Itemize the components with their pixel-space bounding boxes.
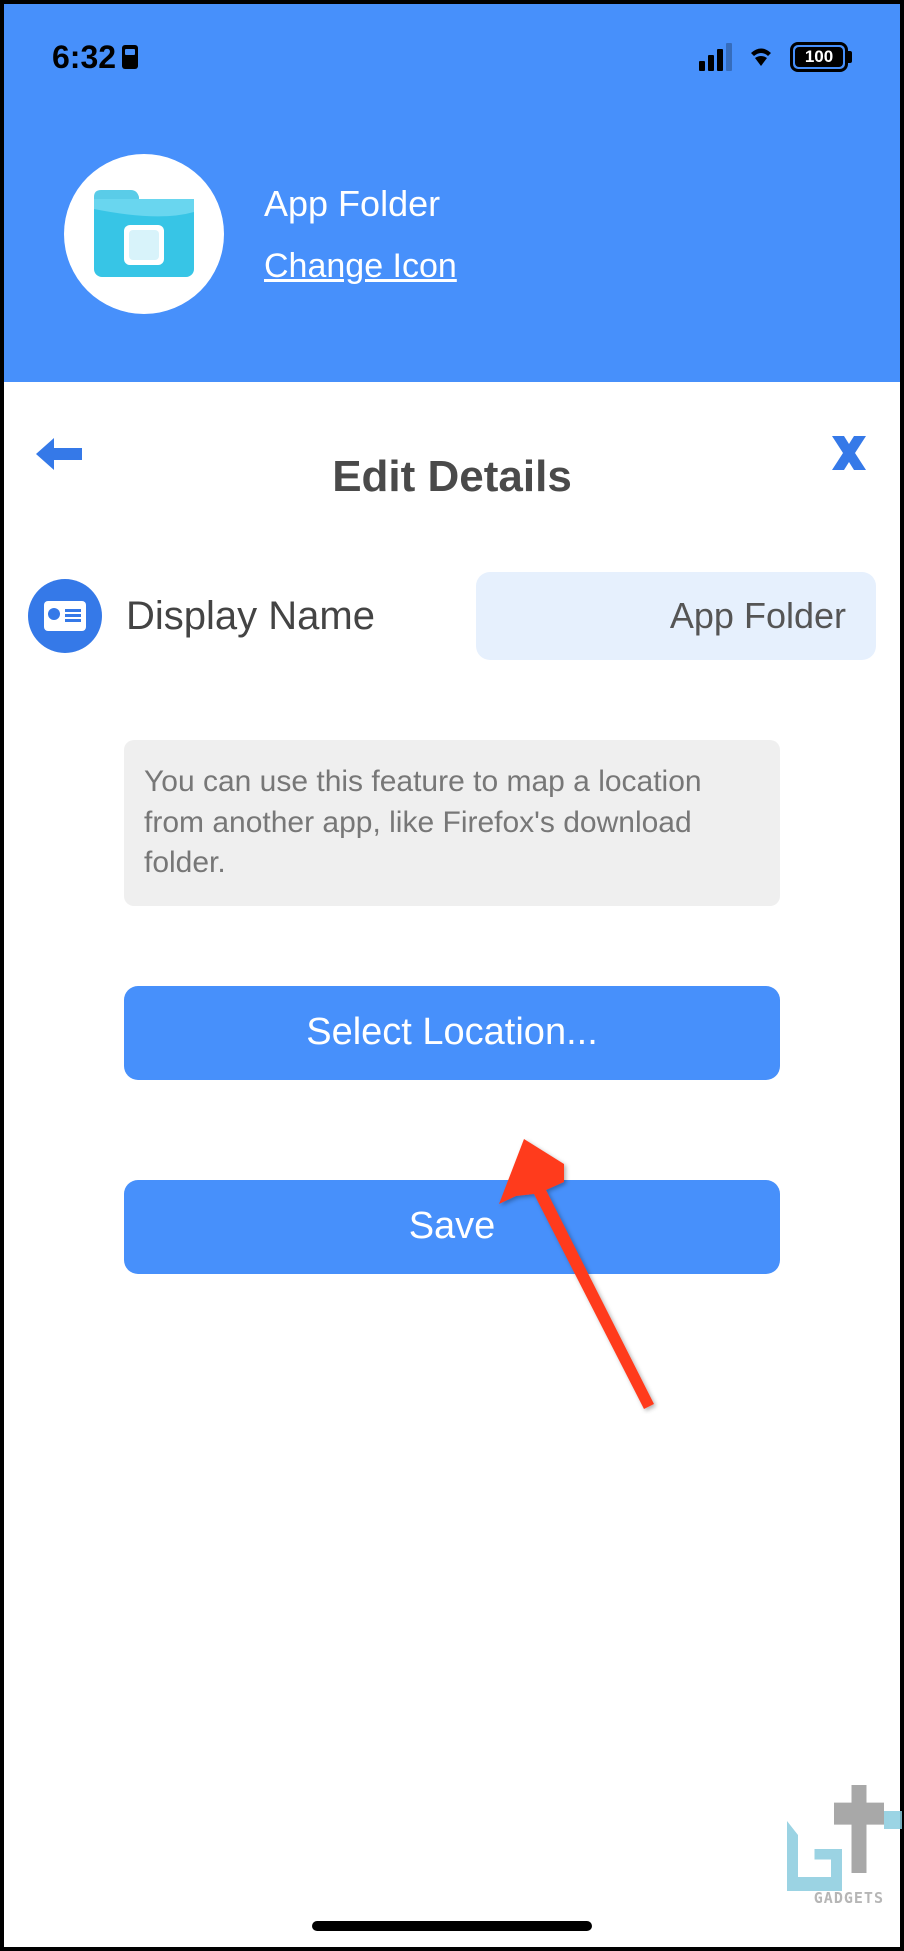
wifi-icon	[746, 44, 776, 70]
home-indicator[interactable]	[312, 1921, 592, 1931]
face-id-icon	[122, 45, 138, 69]
watermark: GADGETS	[787, 1803, 884, 1907]
watermark-text: GADGETS	[787, 1889, 884, 1907]
battery-icon: 100	[790, 42, 852, 72]
folder-avatar[interactable]	[64, 154, 224, 314]
id-card-icon	[28, 579, 102, 653]
close-button[interactable]	[818, 421, 880, 493]
status-bar: 6:32 100	[4, 4, 900, 94]
battery-level: 100	[805, 47, 833, 67]
change-icon-link[interactable]: Change Icon	[264, 247, 457, 286]
status-indicators: 100	[699, 42, 852, 72]
annotation-arrow-icon	[494, 1134, 674, 1414]
back-button[interactable]	[24, 424, 94, 491]
nav-bar: Edit Details	[4, 382, 900, 512]
display-name-row: Display Name	[4, 512, 900, 680]
display-name-label: Display Name	[126, 594, 452, 639]
header: App Folder Change Icon	[4, 94, 900, 382]
time-text: 6:32	[52, 39, 116, 76]
info-box: You can use this feature to map a locati…	[124, 740, 780, 906]
folder-name: App Folder	[264, 183, 457, 225]
select-location-button[interactable]: Select Location...	[124, 986, 780, 1080]
status-time: 6:32	[52, 39, 138, 76]
folder-icon	[89, 187, 199, 282]
save-button[interactable]: Save	[124, 1180, 780, 1274]
cellular-signal-icon	[699, 43, 732, 71]
page-title: Edit Details	[332, 452, 572, 502]
display-name-input[interactable]	[476, 572, 876, 660]
